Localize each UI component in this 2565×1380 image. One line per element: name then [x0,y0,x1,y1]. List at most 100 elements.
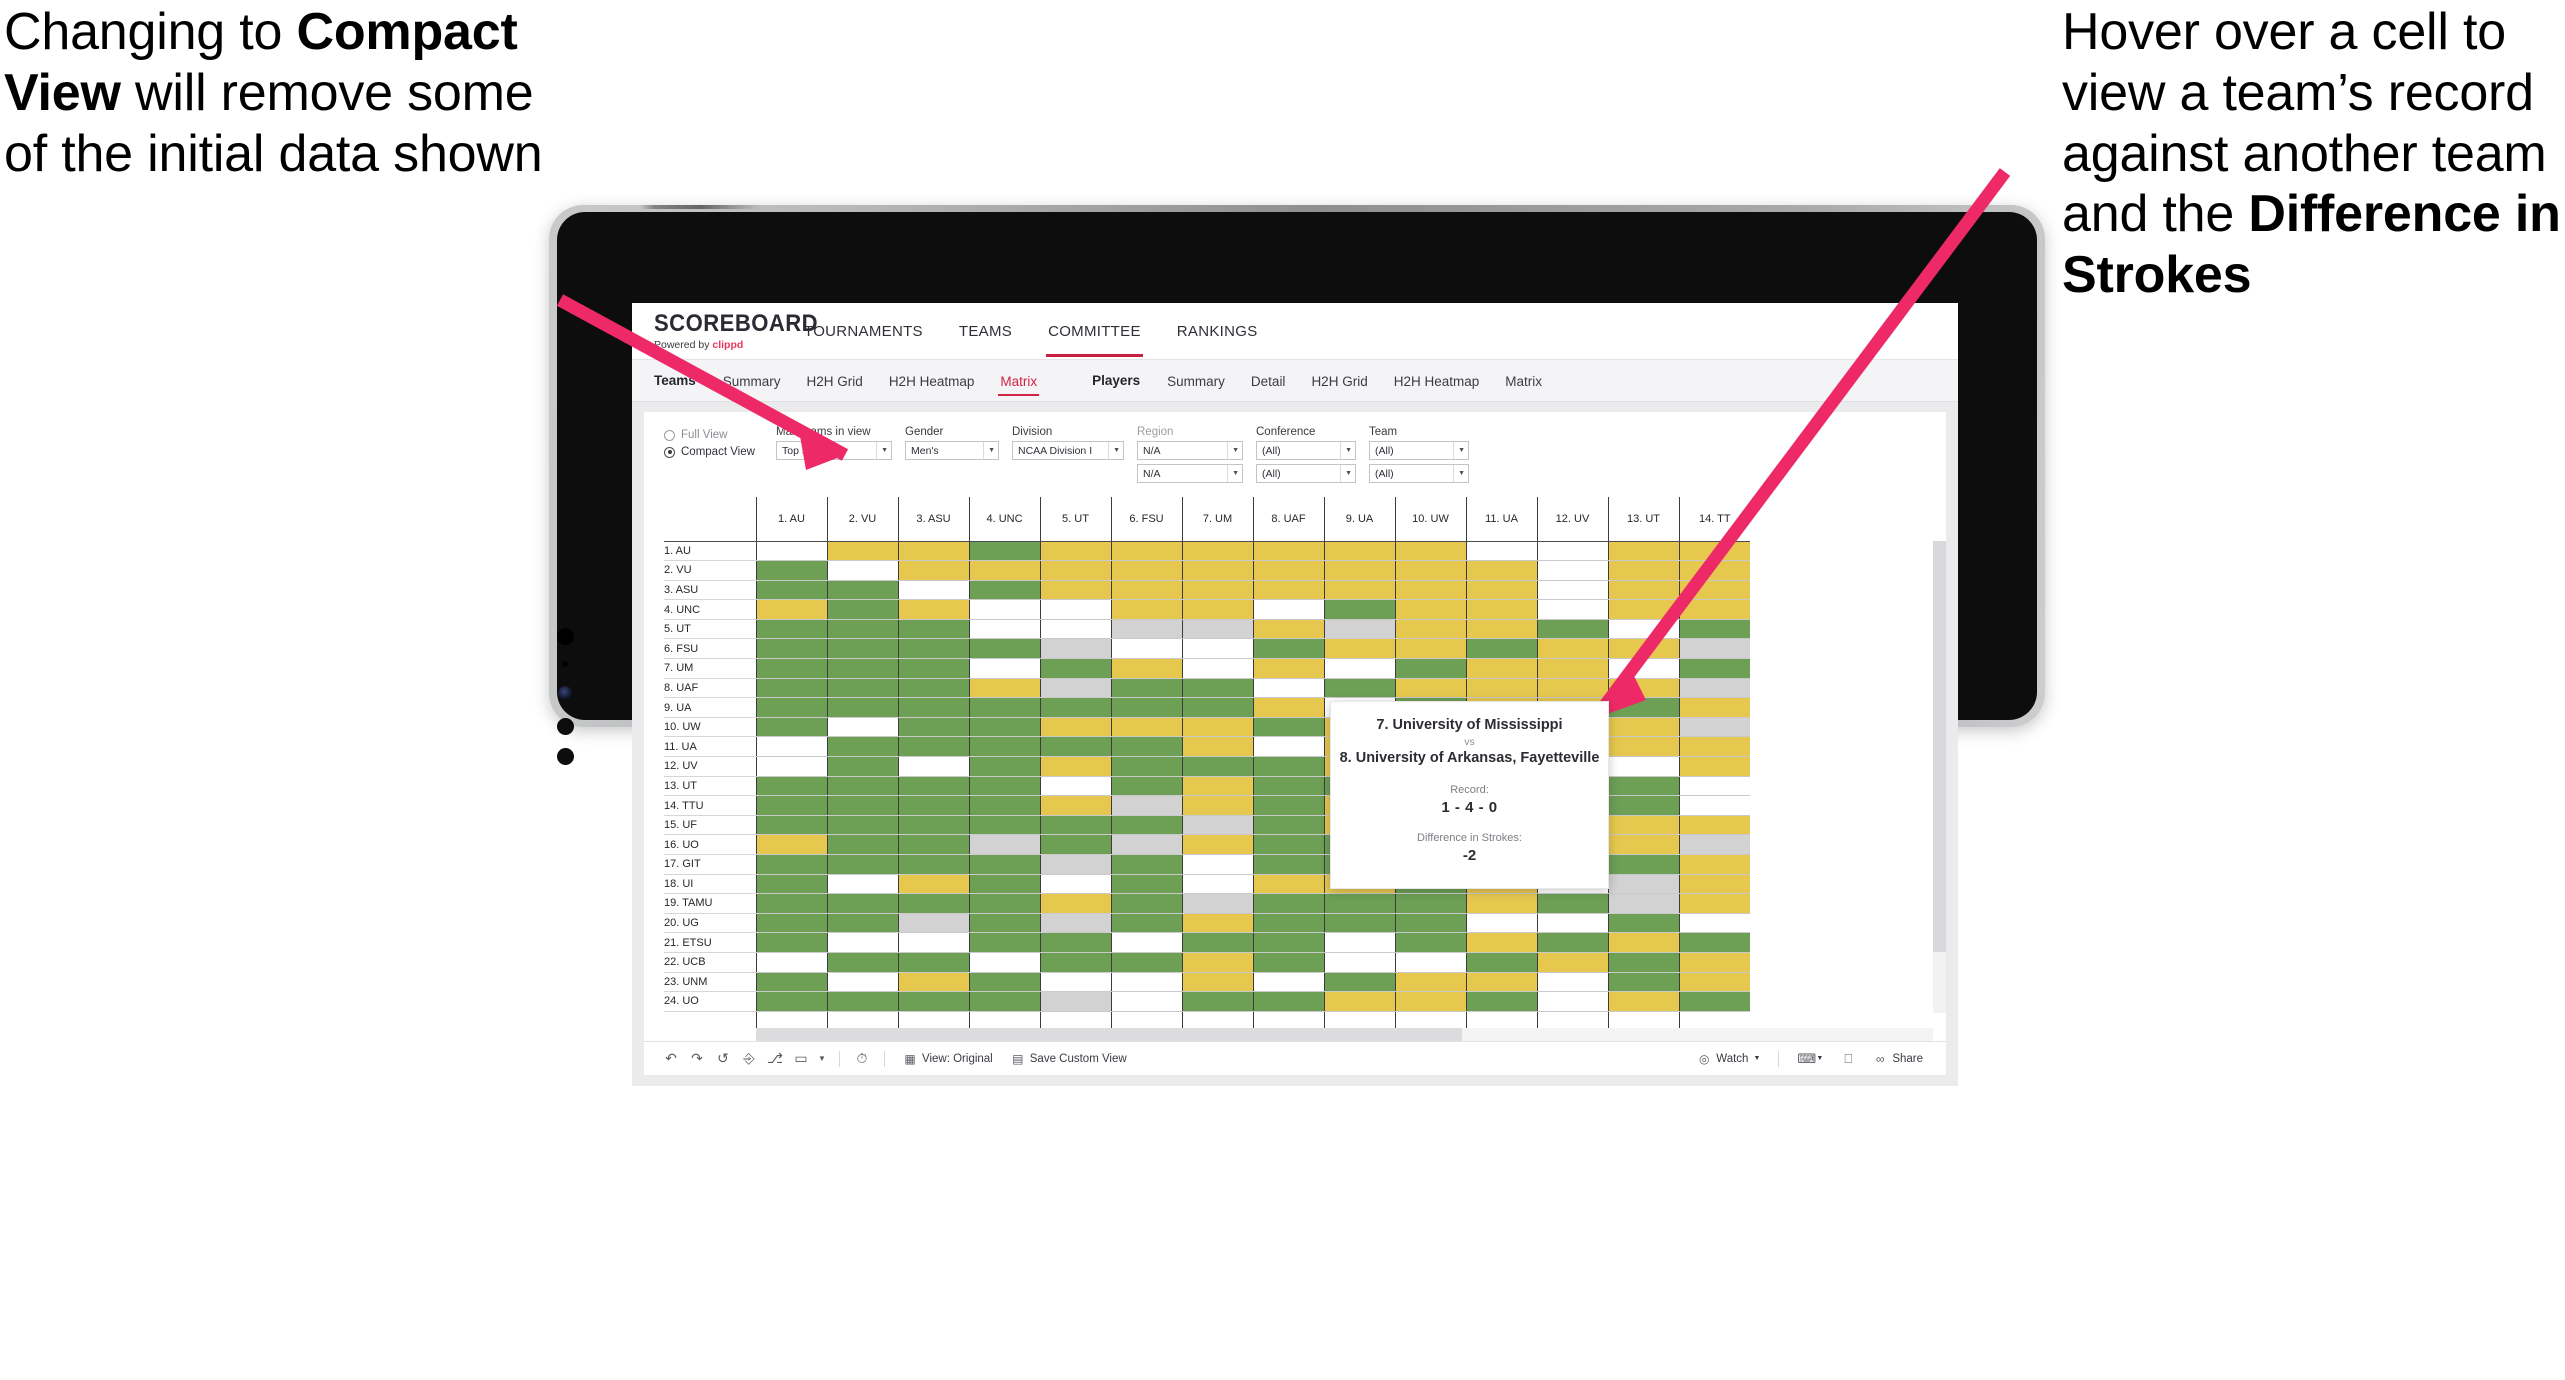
matrix-column-header[interactable]: 8. UAF [1252,497,1324,542]
matrix-cell[interactable] [1252,619,1324,640]
matrix-cell[interactable] [1536,678,1608,699]
matrix-cell[interactable] [755,913,827,934]
matrix-cell[interactable] [1039,697,1111,718]
matrix-cell[interactable] [968,776,1040,797]
matrix-cell[interactable] [1039,619,1111,640]
matrix-cell[interactable] [1678,717,1750,738]
matrix-cell[interactable] [755,991,827,1012]
matrix-cell[interactable] [826,717,898,738]
matrix-cell[interactable] [1323,972,1395,993]
matrix-cell[interactable] [1323,599,1395,620]
matrix-cell[interactable] [755,893,827,914]
matrix-cell[interactable] [826,541,898,562]
tablet-volume-up-button[interactable] [557,718,574,735]
matrix-cell[interactable] [1607,619,1679,640]
matrix-cell[interactable] [755,874,827,895]
matrix-cell[interactable] [968,952,1040,973]
matrix-cell[interactable] [1181,658,1253,679]
matrix-column-header[interactable]: 10. UW [1394,497,1466,542]
matrix-cell[interactable] [1607,913,1679,934]
matrix-cell[interactable] [968,756,1040,777]
matrix-cell[interactable] [1323,560,1395,581]
matrix-cell[interactable] [755,658,827,679]
matrix-cell[interactable] [1607,874,1679,895]
matrix-cell[interactable] [1678,795,1750,816]
matrix-cell[interactable] [1323,638,1395,660]
matrix-cell[interactable] [968,834,1040,855]
matrix-cell[interactable] [1110,599,1182,620]
matrix-cell[interactable] [1465,580,1537,601]
matrix-cell[interactable] [755,795,827,816]
matrix-cell[interactable] [755,736,827,758]
matrix-cell[interactable] [968,541,1040,562]
matrix-cell[interactable] [826,658,898,679]
matrix-cell[interactable] [826,776,898,797]
matrix-cell[interactable] [755,580,827,601]
matrix-row-header[interactable]: 4. UNC [664,599,756,620]
matrix-cell[interactable] [1465,991,1537,1012]
subnav-players-summary[interactable]: Summary [1154,364,1238,398]
matrix-cell[interactable] [826,952,898,973]
chevron-down-icon[interactable]: ▼ [1340,442,1352,459]
chevron-down-icon[interactable]: ▼ [1227,442,1239,459]
matrix-cell[interactable] [1678,932,1750,953]
chevron-down-icon[interactable]: ▼ [1227,465,1239,482]
matrix-cell[interactable] [897,560,969,581]
matrix-cell[interactable] [826,756,898,777]
matrix-cell[interactable] [826,678,898,699]
matrix-cell[interactable] [1394,638,1466,660]
matrix-cell[interactable] [1465,972,1537,993]
matrix-cell[interactable] [1039,756,1111,777]
matrix-cell[interactable] [1465,952,1537,973]
matrix-cell[interactable] [1607,541,1679,562]
matrix-cell[interactable] [1181,893,1253,914]
chevron-down-icon[interactable]: ▼ [1340,465,1352,482]
matrix-row-header[interactable]: 24. UO [664,991,756,1012]
matrix-cell[interactable] [1536,658,1608,679]
matrix-cell[interactable] [1252,913,1324,934]
matrix-cell[interactable] [826,795,898,816]
matrix-cell[interactable] [1678,638,1750,660]
matrix-cell[interactable] [1110,541,1182,562]
matrix-cell[interactable] [1110,972,1182,993]
matrix-cell[interactable] [1678,854,1750,875]
matrix-cell[interactable] [1607,854,1679,875]
matrix-cell[interactable] [1536,913,1608,934]
matrix-cell[interactable] [897,972,969,993]
matrix-cell[interactable] [1252,756,1324,777]
matrix-row-header[interactable]: 1. AU [664,541,756,562]
matrix-cell[interactable] [1252,776,1324,797]
matrix-cell[interactable] [1039,560,1111,581]
matrix-cell[interactable] [1465,560,1537,581]
matrix-cell[interactable] [1181,932,1253,953]
matrix-cell[interactable] [1252,932,1324,953]
matrix-cell[interactable] [1110,952,1182,973]
matrix-cell[interactable] [968,795,1040,816]
matrix-cell[interactable] [1394,678,1466,699]
matrix-cell[interactable] [826,874,898,895]
matrix-cell[interactable] [1039,991,1111,1012]
matrix-cell[interactable] [755,756,827,777]
matrix-cell[interactable] [968,580,1040,601]
matrix-cell[interactable] [1181,815,1253,836]
matrix-cell[interactable] [897,874,969,895]
matrix-cell[interactable] [1110,658,1182,679]
matrix-cell[interactable] [1607,697,1679,718]
matrix-cell[interactable] [1039,913,1111,934]
share-button[interactable]: ∞ Share [1864,1052,1932,1066]
matrix-cell[interactable] [1536,619,1608,640]
matrix-row-header[interactable]: 16. UO [664,834,756,855]
matrix-cell[interactable] [1607,932,1679,953]
matrix-column-header[interactable]: 13. UT [1607,497,1679,542]
matrix-cell[interactable] [1678,541,1750,562]
matrix-cell[interactable] [1465,658,1537,679]
matrix-vertical-scrollbar[interactable] [1933,541,1946,1013]
matrix-cell[interactable] [1607,560,1679,581]
matrix-cell[interactable] [1181,776,1253,797]
matrix-cell[interactable] [968,619,1040,640]
matrix-cell[interactable] [1607,795,1679,816]
matrix-cell[interactable] [1678,756,1750,777]
matrix-cell[interactable] [1181,678,1253,699]
matrix-cell[interactable] [1465,932,1537,953]
matrix-cell[interactable] [897,658,969,679]
